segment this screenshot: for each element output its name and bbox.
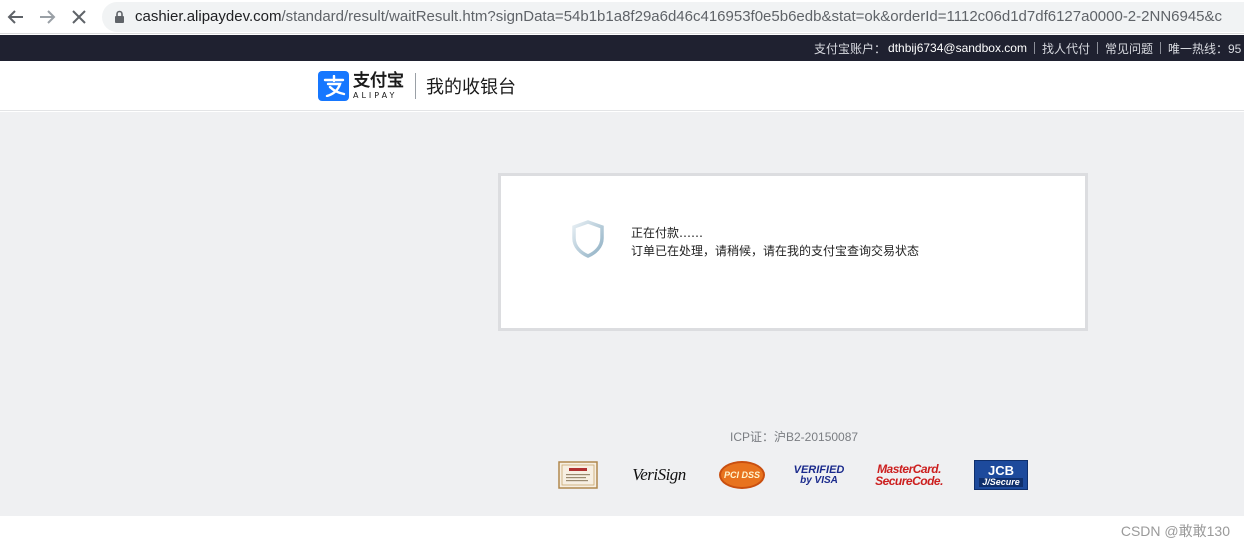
securecode-label: SecureCode. — [875, 474, 943, 488]
footer-strip: CSDN @敢敢130 — [0, 516, 1244, 546]
jcb-label: JCB — [987, 462, 1014, 478]
jcb-seal: JCB J/Secure — [974, 460, 1028, 490]
divider — [1033, 42, 1035, 54]
payment-status-description: 订单已在处理，请稍候，请在我的支付宝查询交易状态 — [631, 244, 920, 258]
main-content: 正在付款…… 订单已在处理，请稍候，请在我的支付宝查询交易状态 ICP证：沪B2… — [0, 112, 1244, 516]
result-card: 正在付款…… 订单已在处理，请稍候，请在我的支付宝查询交易状态 — [498, 173, 1088, 331]
back-button[interactable] — [4, 5, 28, 29]
pci-dss-seal: PCI DSS — [719, 461, 765, 489]
certificate-badge[interactable] — [558, 460, 598, 490]
jcb-jsecure-badge[interactable]: JCB J/Secure — [974, 460, 1028, 490]
verisign-label: VeriSign — [632, 465, 686, 484]
account-email: dthbij6734@sandbox.com — [888, 41, 1027, 55]
verisign-badge[interactable]: VeriSign — [626, 460, 692, 490]
logo-text: 支付宝 ALIPAY — [353, 70, 404, 100]
logo-en: ALIPAY — [353, 90, 398, 100]
url-text: cashier.alipaydev.com/standard/result/wa… — [135, 8, 1244, 25]
alipay-logo-icon — [318, 71, 349, 101]
hotline-link[interactable]: 唯一热线：95 — [1168, 40, 1241, 57]
pci-dss-label: PCI DSS — [723, 470, 760, 480]
faq-link[interactable]: 常见问题 — [1105, 40, 1153, 57]
watermark: CSDN @敢敢130 — [1120, 523, 1230, 539]
certificate-icon — [558, 461, 598, 489]
stop-loading-button[interactable] — [67, 5, 91, 29]
payment-status-title: 正在付款…… — [631, 226, 704, 240]
by-visa-label: by VISA — [800, 474, 838, 486]
forward-button[interactable] — [35, 5, 59, 29]
browser-toolbar: cashier.alipaydev.com/standard/result/wa… — [0, 0, 1244, 34]
top-nav-bar: 支付宝账户： dthbij6734@sandbox.com 找人代付 常见问题 … — [0, 35, 1244, 61]
close-icon — [72, 10, 86, 24]
page-title: 我的收银台 — [426, 77, 516, 98]
verified-label: VERIFIED — [793, 463, 845, 476]
lock-icon — [115, 10, 124, 23]
shield-loading-icon — [572, 220, 604, 258]
divider — [1096, 42, 1098, 54]
divider — [415, 73, 416, 99]
arrow-right-icon — [40, 10, 56, 24]
address-bar[interactable]: cashier.alipaydev.com/standard/result/wa… — [102, 2, 1244, 32]
alipay-logo[interactable]: 支付宝 ALIPAY 我的收银台 — [318, 71, 516, 101]
divider — [1159, 42, 1161, 54]
url-path: /standard/result/waitResult.htm?signData… — [281, 8, 1223, 25]
account-label: 支付宝账户： — [814, 41, 887, 56]
arrow-left-icon — [7, 10, 23, 24]
url-host: cashier.alipaydev.com — [135, 8, 282, 25]
top-nav-links: 支付宝账户： dthbij6734@sandbox.com 找人代付 常见问题 … — [814, 35, 1244, 61]
find-payer-link[interactable]: 找人代付 — [1042, 40, 1090, 57]
mastercard-securecode-badge[interactable]: MasterCard. SecureCode. — [872, 460, 946, 490]
verified-by-visa-badge[interactable]: VERIFIED by VISA — [792, 460, 846, 490]
jsecure-label: J/Secure — [979, 477, 1023, 487]
cashier-header: 支付宝 ALIPAY 我的收银台 — [0, 61, 1244, 111]
security-badges: VeriSign PCI DSS VERIFIED by VISA Master… — [556, 460, 1036, 492]
icp-license: ICP证：沪B2-20150087 — [730, 430, 859, 444]
logo-cn: 支付宝 — [353, 70, 404, 91]
pci-dss-badge[interactable]: PCI DSS — [718, 460, 766, 490]
